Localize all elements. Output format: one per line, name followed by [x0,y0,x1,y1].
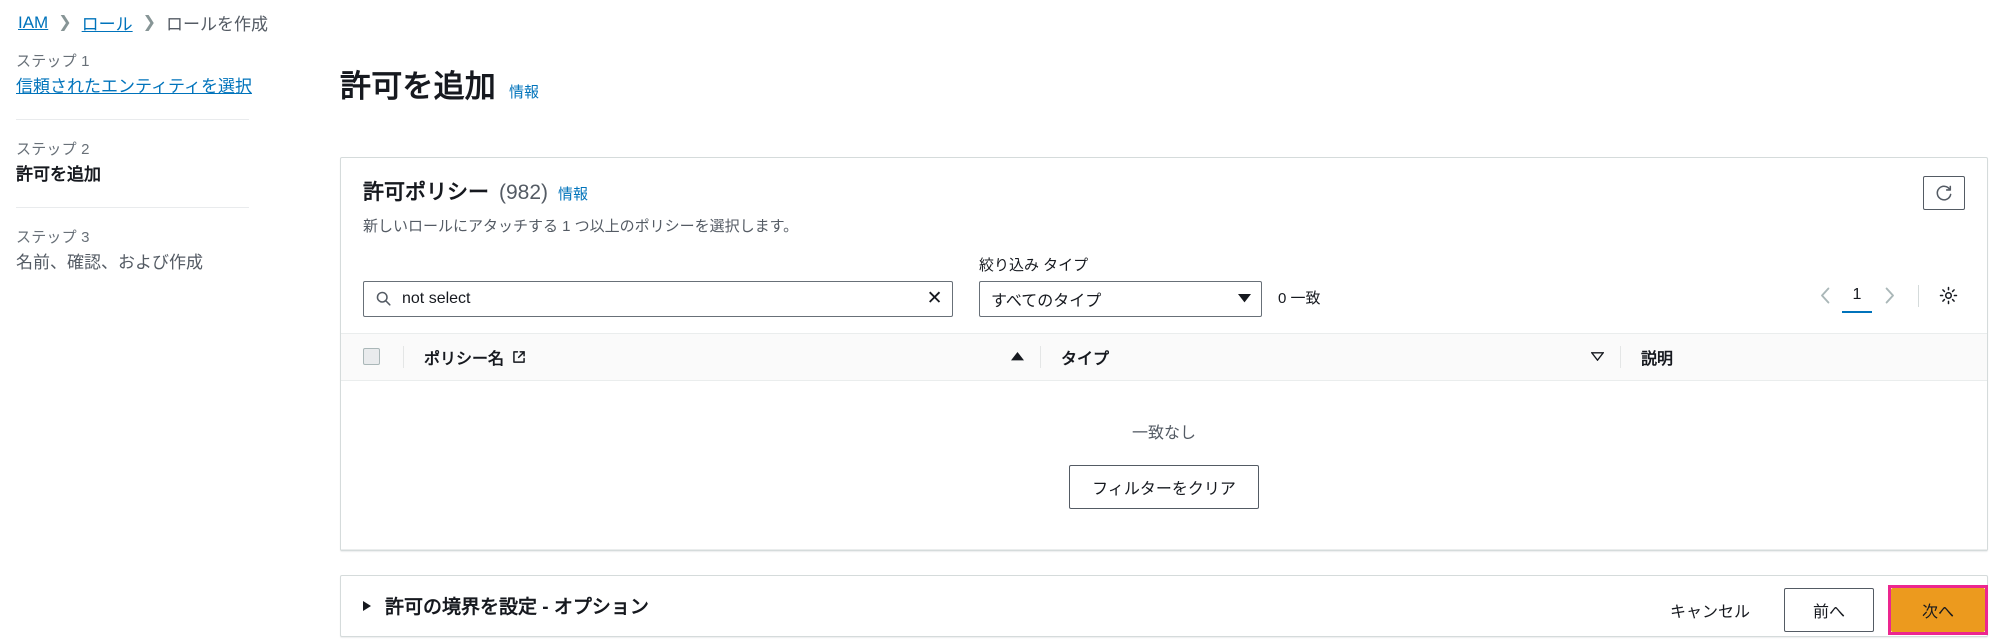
step-1: ステップ 1 信頼されたエンティティを選択 [16,50,266,99]
card-header-text: 許可ポリシー (982) 情報 新しいロールにアタッチする 1 つ以上のポリシー… [363,176,798,236]
step-1-number: ステップ 1 [16,53,90,70]
step-2-title: 許可を追加 [16,164,101,184]
type-filter: 絞り込み タイプ すべてのタイプ [979,254,1262,317]
page-title: 許可を追加 [340,68,496,104]
pagination-prev-button[interactable] [1808,279,1842,313]
next-button[interactable]: 次へ [1890,588,1985,632]
table-header: ポリシー名 タイプ 説明 [341,332,1987,381]
column-header-type[interactable]: タイプ [993,332,1573,381]
main-content: 許可を追加 情報 許可ポリシー (982) 情報 新しいロールにアタッチする 1… [340,40,1988,637]
match-count: 0 一致 [1278,289,1321,307]
breadcrumb-item-iam[interactable]: IAM [18,13,48,33]
clear-filter-button[interactable]: フィルターをクリア [1069,464,1259,509]
step-navigation: ステップ 1 信頼されたエンティティを選択 ステップ 2 許可を追加 ステップ … [16,50,266,275]
type-filter-value: すべてのタイプ [991,292,1102,310]
page-title-row: 許可を追加 情報 [340,40,1988,127]
table-header-row: ポリシー名 タイプ 説明 [341,332,1987,381]
page-info-link[interactable]: 情報 [509,81,539,102]
card-header: 許可ポリシー (982) 情報 新しいロールにアタッチする 1 つ以上のポリシー… [341,158,1987,250]
table-preferences-button[interactable] [1931,279,1965,313]
pagination: 1 [1808,279,1965,317]
permissions-boundary-title: 許可の境界を設定 - オプション [385,597,649,619]
step-3-title: 名前、確認、および作成 [16,252,203,272]
type-filter-label: 絞り込み タイプ [979,256,1089,274]
column-header-type-label: タイプ [1061,350,1110,368]
refresh-icon [1936,185,1952,201]
wizard-footer: キャンセル 前へ 次へ [1654,585,1988,635]
step-3-number: ステップ 3 [16,228,90,246]
chevron-left-icon [1820,287,1829,304]
column-header-policy-name-label: ポリシー名 [424,350,505,368]
breadcrumb-separator-icon: ❯ [142,13,157,31]
next-button-highlight: 次へ [1887,585,1988,635]
pagination-page-1[interactable]: 1 [1842,279,1872,313]
card-info-link[interactable]: 情報 [558,183,588,204]
column-header-description-label: 説明 [1641,350,1674,368]
card-title: 許可ポリシー [363,180,489,204]
breadcrumb-item-roles[interactable]: ロール [82,10,133,35]
breadcrumb-separator-icon: ❯ [58,13,72,31]
type-filter-select[interactable]: すべてのタイプ [979,280,1262,317]
pagination-next-button[interactable] [1872,279,1906,313]
breadcrumb-item-create-role: ロールを作成 [166,15,269,34]
sort-ascending-icon [993,352,1024,361]
pagination-divider [1918,284,1919,307]
search-field[interactable]: ✕ [363,280,953,317]
empty-state-text: 一致なし [1131,424,1196,442]
previous-button[interactable]: 前へ [1783,588,1874,632]
step-2: ステップ 2 許可を追加 [16,138,266,187]
step-3: ステップ 3 名前、確認、および作成 [16,226,266,275]
table-empty-row: 一致なし フィルターをクリア [341,380,1987,550]
sort-descending-icon [1573,352,1604,362]
table-body: 一致なし フィルターをクリア [341,380,1987,550]
external-link-icon [512,350,526,364]
column-header-select [341,332,403,381]
permissions-policies-card: 許可ポリシー (982) 情報 新しいロールにアタッチする 1 つ以上のポリシー… [340,156,1988,551]
gear-icon [1939,286,1957,305]
column-header-description[interactable]: 説明 [1573,332,1987,381]
cancel-button[interactable]: キャンセル [1654,589,1766,631]
refresh-button[interactable] [1923,175,1965,210]
chevron-right-icon [1885,287,1894,304]
step-divider [16,118,249,120]
step-divider [16,206,249,208]
clear-search-button[interactable]: ✕ [917,282,952,316]
step-2-number: ステップ 2 [16,140,90,158]
select-all-checkbox[interactable] [363,348,380,366]
policy-count: (982) [499,180,549,204]
chevron-down-icon [1227,282,1261,316]
policies-table: ポリシー名 タイプ 説明 一致なし フィルターをクリア [341,332,1987,550]
column-header-policy-name[interactable]: ポリシー名 [403,332,993,381]
card-title-row: 許可ポリシー (982) 情報 [363,176,798,206]
card-description: 新しいロールにアタッチする 1 つ以上のポリシーを選択します。 [363,217,799,235]
step-1-title[interactable]: 信頼されたエンティティを選択 [16,76,266,99]
search-input[interactable] [402,281,918,316]
create-role-permissions-page: IAM ❯ ロール ❯ ロールを作成 ステップ 1 信頼されたエンティティを選択… [0,0,2000,644]
search-icon [375,290,392,307]
filter-bar: ✕ 絞り込み タイプ すべてのタイプ 0 一致 [341,250,1987,333]
breadcrumb: IAM ❯ ロール ❯ ロールを作成 [18,10,268,35]
empty-state: 一致なし フィルターをクリア [341,380,1987,550]
chevron-right-icon [363,600,371,611]
